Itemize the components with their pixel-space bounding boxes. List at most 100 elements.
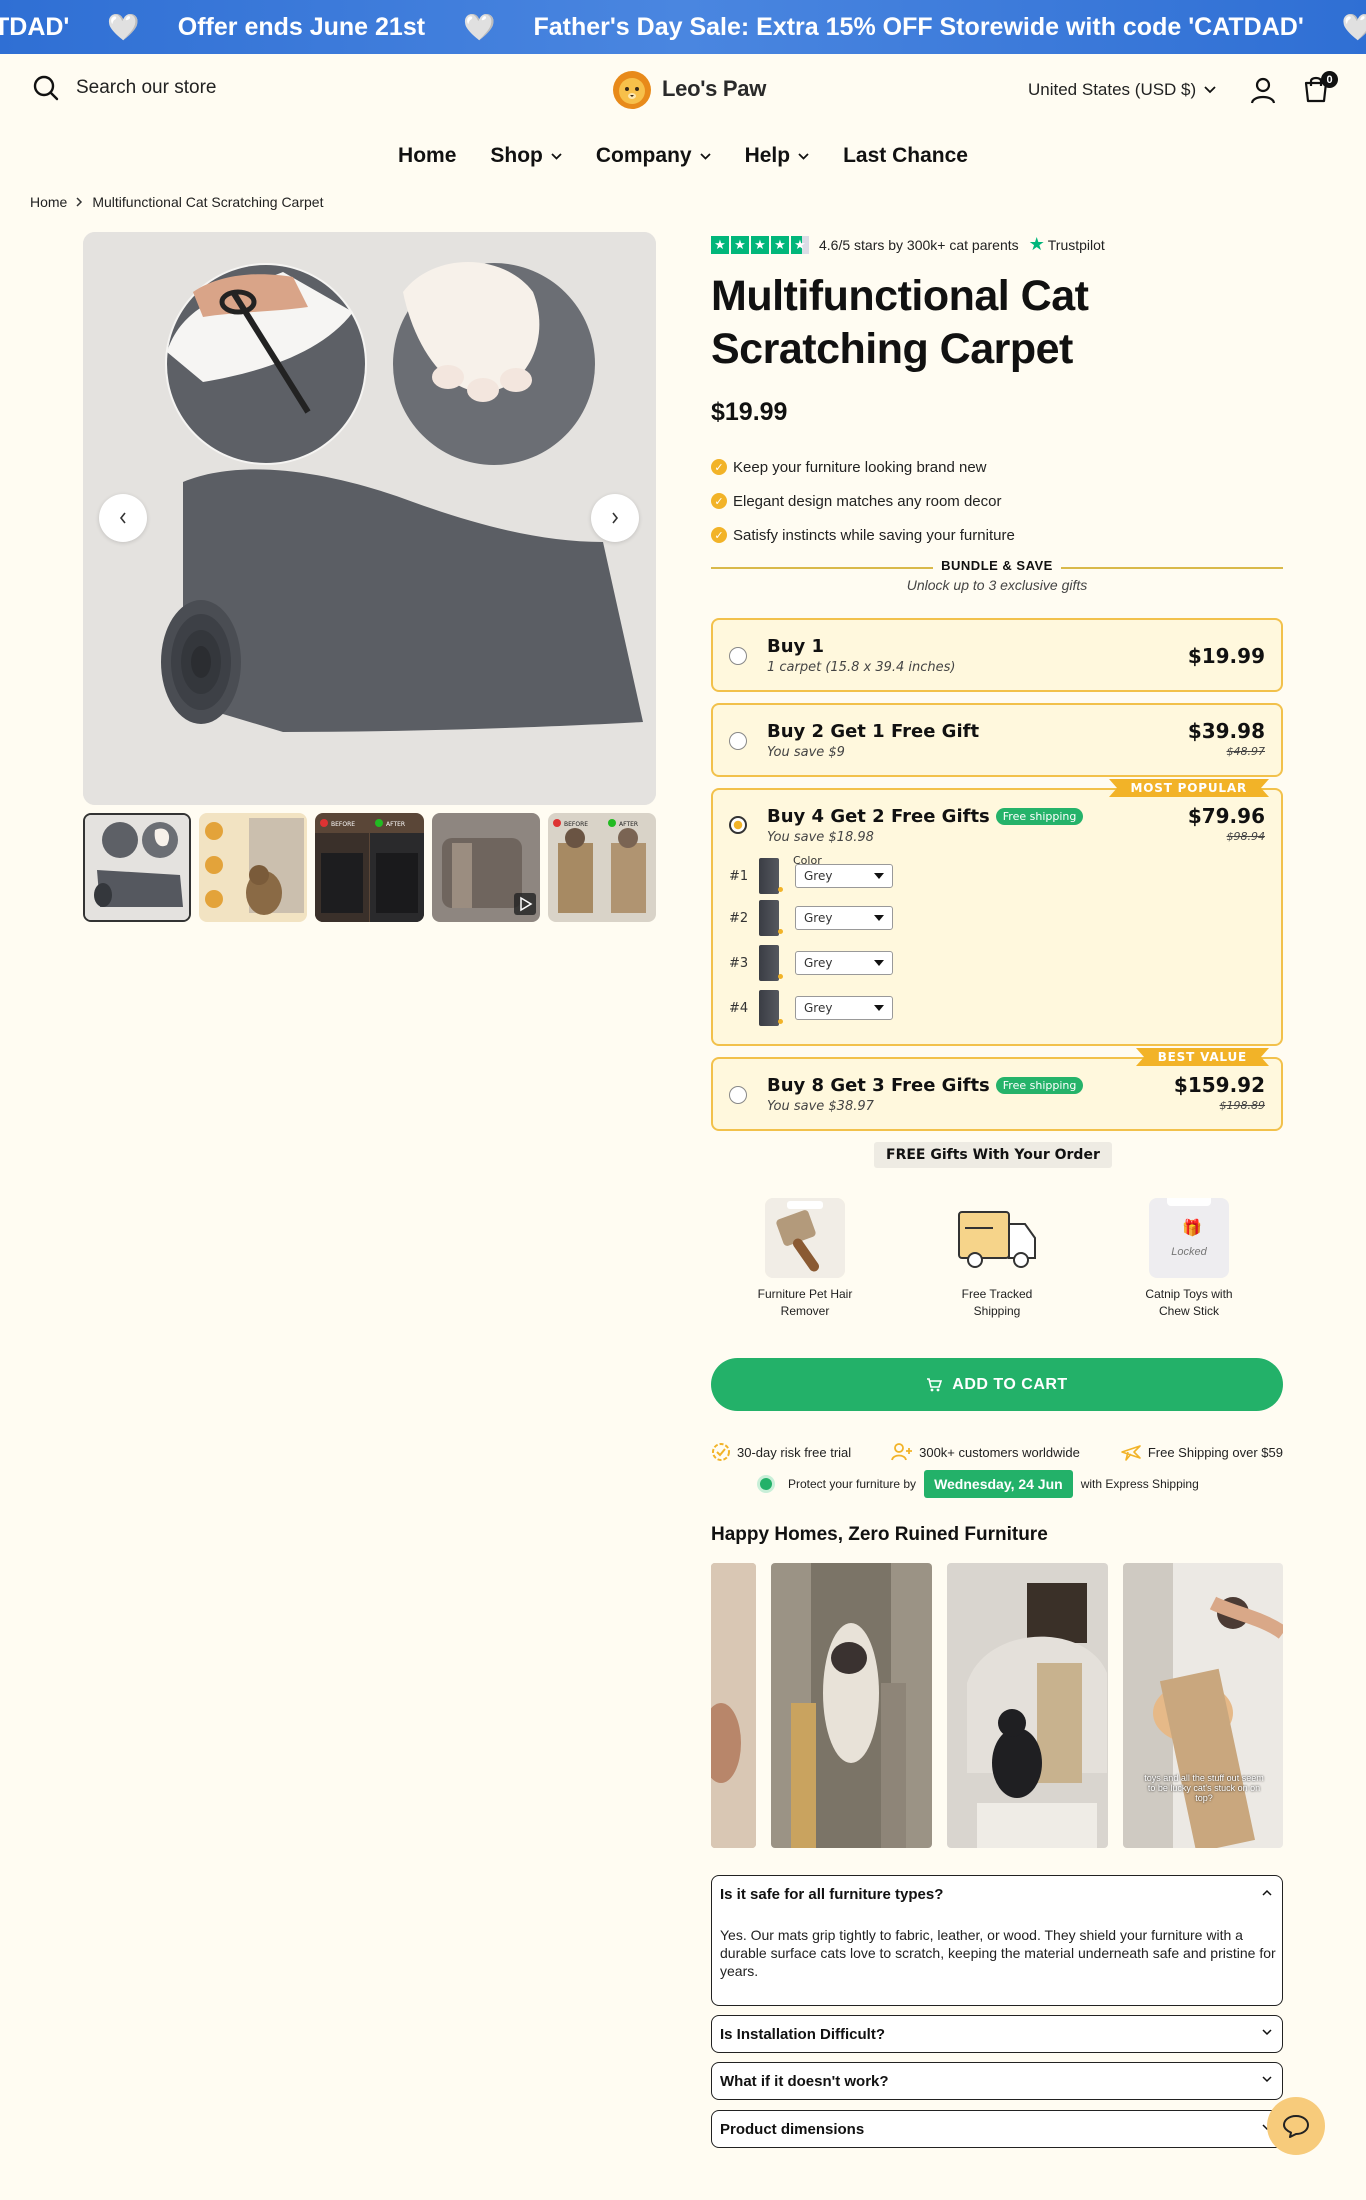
rating-text: 4.6/5 stars by 300k+ cat parents [819, 236, 1019, 253]
star-icon: ★ [731, 235, 749, 254]
gift-item-hair-remover: Furniture Pet Hair Remover [755, 1198, 855, 1320]
caret-down-icon [874, 1005, 884, 1011]
account-button[interactable] [1250, 76, 1276, 109]
bundle-option-buy-2[interactable]: Buy 2 Get 1 Free Gift You save $9 $39.98… [711, 703, 1283, 777]
delivery-estimate: Protect your furniture by Wednesday, 24 … [758, 1470, 1199, 1498]
nav-item-home[interactable]: Home [398, 138, 456, 174]
chevron-up-icon [1262, 1889, 1272, 1896]
thumbnail-2[interactable] [199, 813, 308, 922]
option-price: $39.98 [1187, 719, 1265, 743]
option-title: Buy 1 [767, 636, 825, 657]
select-value: Grey [804, 869, 833, 883]
variant-number: #3 [729, 955, 749, 971]
divider [711, 567, 933, 569]
thumbnail-5[interactable]: BEFORE AFTER [547, 813, 656, 922]
lint-roller-icon [765, 1198, 845, 1278]
faq-question: Is it safe for all furniture types? [720, 1886, 944, 1903]
user-plus-icon [891, 1443, 913, 1461]
chevron-down-icon [1262, 2029, 1272, 2036]
color-select-1[interactable]: Grey [795, 864, 893, 888]
thumbnail-4-video[interactable] [431, 813, 540, 922]
option-price: $79.96 [1187, 804, 1265, 828]
gift-name: Furniture Pet Hair Remover [757, 1287, 853, 1318]
nav-item-company[interactable]: Company [596, 138, 711, 174]
free-shipping-badge: Free shipping [995, 1077, 1084, 1094]
faq-question: What if it doesn't work? [720, 2073, 889, 2090]
breadcrumb-home[interactable]: Home [30, 194, 67, 210]
delivery-date: Wednesday, 24 Jun [924, 1470, 1073, 1498]
help-chat-button[interactable] [1267, 2097, 1325, 2155]
faq-item[interactable]: Is Installation Difficult? [711, 2015, 1283, 2053]
trustpilot-logo: ★ Trustpilot [1029, 234, 1105, 255]
thumbnail-before-after-image: BEFORE AFTER [315, 813, 424, 922]
add-to-cart-button[interactable]: ADD TO CART [711, 1358, 1283, 1411]
bundle-option-buy-1[interactable]: Buy 1 1 carpet (15.8 x 39.4 inches) $19.… [711, 618, 1283, 692]
bundle-option-buy-8[interactable]: BEST VALUE Buy 8 Get 3 Free Gifts Free s… [711, 1048, 1283, 1131]
check-icon: ✓ [711, 493, 727, 509]
trustpilot-star-icon: ★ [1028, 234, 1045, 254]
free-shipping-badge: Free shipping [995, 808, 1084, 825]
trust-item: 300k+ customers worldwide [891, 1442, 1080, 1462]
color-select-3[interactable]: Grey [795, 951, 893, 975]
announcement-text-1: TDAD' [0, 12, 70, 41]
nav-item-help[interactable]: Help [745, 138, 810, 174]
faq-item-open[interactable]: Is it safe for all furniture types? Yes.… [711, 1875, 1283, 2006]
nav-label: Last Chance [843, 144, 968, 167]
currency-selector[interactable]: United States (USD $) [1028, 80, 1216, 100]
customer-photo-4[interactable]: toys and all the stuff out seem to be lu… [1123, 1563, 1283, 1848]
chevron-down-icon [551, 152, 562, 160]
gallery-prev-button[interactable] [99, 494, 147, 542]
gallery-next-button[interactable] [591, 494, 639, 542]
radio-button[interactable] [729, 1086, 747, 1104]
color-select-2[interactable]: Grey [795, 906, 893, 930]
customer-photo-3[interactable] [947, 1563, 1108, 1848]
svg-text:BEFORE: BEFORE [564, 821, 588, 828]
gift-item-catnip-toys: 🎁 Locked Catnip Toys with Chew Stick [1139, 1198, 1239, 1320]
radio-button[interactable] [729, 732, 747, 750]
protect-suffix: with Express Shipping [1080, 1477, 1199, 1491]
faq-item[interactable]: What if it doesn't work? [711, 2062, 1283, 2100]
nav-item-last-chance[interactable]: Last Chance [843, 138, 968, 174]
logo[interactable]: Leo's Paw [608, 68, 766, 110]
customer-photo-1[interactable] [711, 1563, 756, 1848]
thumbnail-1[interactable] [83, 813, 192, 922]
announcement-text-3: Father's Day Sale: Extra 15% OFF Storewi… [533, 12, 1304, 41]
color-select-4[interactable]: Grey [795, 996, 893, 1020]
benefit-list: ✓ Keep your furniture looking brand new ✓… [711, 450, 1015, 552]
product-price: $19.99 [711, 398, 788, 426]
chevron-down-icon [1262, 2076, 1272, 2083]
star-icon: ★ [771, 235, 789, 254]
thumbnail-sofa-video-image [431, 813, 540, 922]
trust-text: 300k+ customers worldwide [919, 1444, 1080, 1460]
trust-item: Free Shipping over $59 [1120, 1442, 1283, 1462]
breadcrumb-current: Multifunctional Cat Scratching Carpet [92, 194, 324, 210]
top-tab [1167, 1198, 1211, 1206]
chat-bubble-icon [1283, 2115, 1309, 2138]
option-subtitle: You save $9 [767, 745, 845, 760]
nav-item-shop[interactable]: Shop [490, 138, 562, 174]
heart-icon: 🤍 [107, 11, 140, 42]
benefit-text: Satisfy instincts while saving your furn… [733, 526, 1015, 544]
cart-button[interactable]: 0 [1301, 71, 1338, 109]
customer-photo-2[interactable] [771, 1563, 932, 1848]
check-icon: ✓ [711, 459, 727, 475]
option-price: $159.92 [1173, 1073, 1265, 1097]
option-title-text: Buy 4 Get 2 Free Gifts [767, 806, 990, 827]
option-price: $19.99 [1187, 644, 1265, 668]
faq-answer: Yes. Our mats grip tightly to fabric, le… [720, 1927, 1276, 1979]
radio-button[interactable] [729, 647, 747, 665]
faq-question: Product dimensions [720, 2121, 865, 2138]
thumbnail-3[interactable]: BEFORE AFTER [315, 813, 424, 922]
variant-number: #2 [729, 910, 749, 926]
search-placeholder[interactable]: Search our store [76, 77, 216, 99]
radio-button[interactable] [729, 816, 747, 834]
product-main-image[interactable] [83, 232, 656, 805]
faq-item[interactable]: Product dimensions [711, 2110, 1283, 2148]
currency-label: United States (USD $) [1028, 80, 1197, 99]
photo-caption: toys and all the stuff out seem to be lu… [1144, 1773, 1264, 1803]
variant-row-1: #1 Grey [729, 858, 893, 894]
bundle-option-buy-4[interactable]: MOST POPULAR Buy 4 Get 2 Free Gifts Free… [711, 779, 1283, 1046]
carpet-swatch [759, 990, 783, 1026]
search-bar[interactable]: Search our store [32, 74, 216, 102]
nav-label: Company [595, 144, 692, 167]
